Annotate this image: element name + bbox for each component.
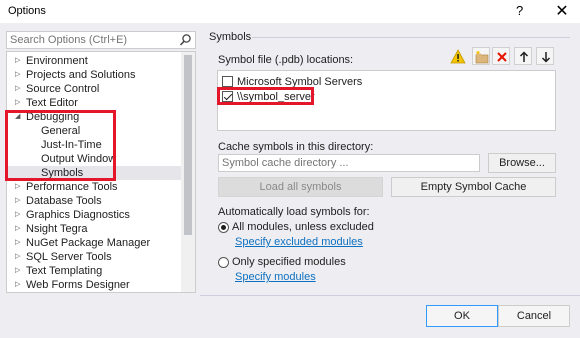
radio-all-modules-label[interactable]: All modules, unless excluded — [232, 221, 374, 233]
expand-arrow-icon[interactable]: ▷ — [15, 222, 23, 236]
tree-item[interactable]: ▷ Performance Tools — [7, 180, 181, 194]
load-all-symbols-button[interactable]: Load all symbols — [218, 177, 383, 197]
expand-arrow-icon[interactable]: ▷ — [15, 82, 23, 96]
empty-symbol-cache-button[interactable]: Empty Symbol Cache — [391, 177, 556, 197]
move-down-icon — [541, 52, 551, 63]
tree-item-label: Database Tools — [26, 195, 102, 207]
expand-arrow-icon[interactable]: ▷ — [15, 250, 23, 264]
expand-arrow-icon[interactable]: ▷ — [15, 208, 23, 222]
delete-icon — [497, 52, 507, 62]
auto-load-label: Automatically load symbols for: — [218, 206, 370, 218]
tree-item-label: Graphics Diagnostics — [26, 209, 130, 221]
search-icon[interactable] — [179, 33, 192, 47]
tree-item[interactable]: ▷ Text Templating — [7, 264, 181, 278]
highlight-box-debugging — [5, 110, 116, 181]
window-title: Options — [8, 5, 46, 17]
tree-item[interactable]: ▷ SQL Server Tools — [7, 250, 181, 264]
remove-location-button[interactable] — [492, 47, 510, 65]
expand-arrow-icon[interactable]: ▷ — [15, 236, 23, 250]
tree-item[interactable]: ▷ Text Editor — [7, 96, 181, 110]
tree-item[interactable]: ▷ NuGet Package Manager — [7, 236, 181, 250]
tree-item-label: SQL Server Tools — [26, 251, 112, 263]
radio-specified-modules-label[interactable]: Only specified modules — [232, 256, 346, 268]
expand-arrow-icon[interactable]: ▷ — [15, 194, 23, 208]
tree-item-label: Nsight Tegra — [26, 223, 88, 235]
cache-directory-field[interactable] — [218, 154, 480, 172]
browse-button[interactable]: Browse... — [488, 153, 556, 173]
tree-item-label: NuGet Package Manager — [26, 237, 151, 249]
tree-item-label: Text Templating — [26, 265, 103, 277]
tree-item-label: Projects and Solutions — [26, 69, 136, 81]
ok-button[interactable]: OK — [426, 305, 498, 327]
tree-scrollbar[interactable] — [181, 52, 195, 292]
tree-item[interactable]: ▷ Environment — [7, 54, 181, 68]
tree-item-label: Source Control — [26, 83, 100, 95]
tree-item[interactable]: ▷ Graphics Diagnostics — [7, 208, 181, 222]
tree-item[interactable]: ▷ Source Control — [7, 82, 181, 96]
tree-item-label: Web Forms Designer — [26, 279, 130, 291]
tree-item-label: Performance Tools — [26, 181, 118, 193]
search-box[interactable] — [6, 31, 196, 49]
tree-item-label: Environment — [26, 55, 88, 67]
tree-item[interactable]: ▷ Nsight Tegra — [7, 222, 181, 236]
highlight-box-symbol-server — [217, 87, 314, 105]
expand-arrow-icon[interactable]: ▷ — [15, 264, 23, 278]
move-down-button[interactable] — [536, 47, 554, 65]
cancel-button[interactable]: Cancel — [498, 305, 570, 327]
section-divider — [252, 37, 570, 38]
specify-excluded-modules-link[interactable]: Specify excluded modules — [235, 236, 363, 248]
tree-item[interactable]: ▷ Web Forms Designer — [7, 278, 181, 292]
expand-arrow-icon[interactable]: ▷ — [15, 180, 23, 194]
dialog-body: ▷Environment▷Projects and Solutions▷Sour… — [0, 23, 580, 338]
section-title: Symbols — [209, 31, 252, 43]
radio-specified-modules[interactable] — [218, 257, 229, 268]
specify-modules-link[interactable]: Specify modules — [235, 271, 316, 283]
help-button[interactable]: ? — [516, 3, 523, 18]
search-input[interactable] — [10, 33, 175, 47]
radio-all-modules[interactable] — [218, 222, 229, 233]
tree-item[interactable]: ▷ Database Tools — [7, 194, 181, 208]
expand-arrow-icon[interactable]: ▷ — [15, 54, 23, 68]
close-button[interactable]: ✕ — [547, 1, 577, 23]
cache-directory-input[interactable] — [219, 155, 479, 171]
move-up-icon — [519, 51, 529, 62]
add-location-button[interactable] — [472, 47, 490, 65]
expand-arrow-icon[interactable]: ▷ — [15, 96, 23, 110]
expand-arrow-icon[interactable]: ▷ — [15, 278, 23, 292]
title-bar: Options ? ✕ — [0, 0, 580, 23]
locations-label: Symbol file (.pdb) locations: — [218, 54, 354, 66]
cache-label: Cache symbols in this directory: — [218, 141, 374, 153]
move-up-button[interactable] — [514, 47, 532, 65]
tree-item[interactable]: ▷ Projects and Solutions — [7, 68, 181, 82]
footer-divider — [200, 295, 580, 296]
location-checkbox[interactable] — [222, 76, 233, 87]
tree-item-label: Text Editor — [26, 97, 78, 109]
warning-icon — [450, 49, 466, 64]
add-folder-icon — [475, 51, 489, 64]
scrollbar-thumb[interactable] — [184, 55, 192, 235]
warning-button[interactable] — [448, 47, 466, 65]
expand-arrow-icon[interactable]: ▷ — [15, 68, 23, 82]
